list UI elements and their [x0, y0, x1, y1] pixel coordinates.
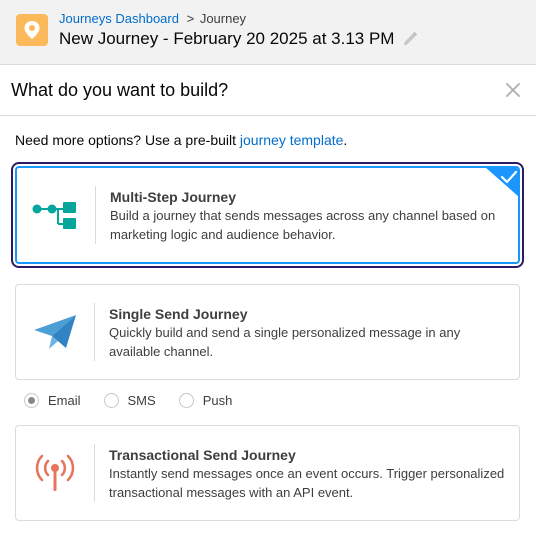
flow-diagram-icon: [17, 168, 95, 262]
transactional-send-journey-description: Instantly send messages once an event oc…: [109, 466, 505, 500]
breadcrumb-link-journeys-dashboard[interactable]: Journeys Dashboard: [59, 11, 179, 26]
pencil-icon[interactable]: [402, 31, 418, 47]
radio-sms-button[interactable]: [103, 393, 119, 408]
map-pin-icon: [16, 14, 48, 46]
paper-plane-icon: [16, 285, 94, 379]
single-send-journey-card[interactable]: Single Send Journey Quickly build and se…: [15, 284, 520, 380]
radio-sms-label: SMS: [127, 393, 156, 408]
single-send-journey-title: Single Send Journey: [109, 306, 248, 322]
radio-email[interactable]: Email: [24, 393, 81, 408]
transactional-send-journey-title: Transactional Send Journey: [109, 447, 296, 463]
template-prompt: Need more options? Use a pre-built journ…: [15, 131, 347, 149]
journey-template-link[interactable]: journey template: [240, 132, 344, 148]
template-prompt-text: Need more options? Use a pre-built: [15, 132, 240, 148]
radio-email-button[interactable]: [24, 393, 39, 408]
radio-email-label: Email: [48, 393, 81, 408]
journey-name-row: New Journey - February 20 2025 at 3.13 P…: [59, 28, 418, 50]
breadcrumb-separator: >: [186, 11, 195, 26]
card-divider: [94, 303, 95, 361]
modal-title: What do you want to build?: [11, 80, 229, 100]
radio-push-button[interactable]: [178, 393, 194, 408]
card-divider: [95, 186, 96, 244]
close-icon[interactable]: [502, 79, 524, 101]
broadcast-antenna-icon: [16, 426, 94, 520]
transactional-send-journey-card[interactable]: Transactional Send Journey Instantly sen…: [15, 425, 520, 521]
breadcrumb: Journeys Dashboard > Journey: [59, 11, 246, 27]
single-send-journey-description: Quickly build and send a single personal…: [109, 325, 461, 359]
breadcrumb-current: Journey: [199, 11, 247, 26]
journey-name: New Journey - February 20 2025 at 3.13 P…: [59, 29, 395, 48]
multi-step-journey-description: Build a journey that sends messages acro…: [110, 208, 496, 242]
modal-header: What do you want to build?: [0, 65, 536, 116]
card-divider: [94, 444, 95, 502]
radio-sms[interactable]: SMS: [103, 393, 156, 408]
multi-step-journey-title: Multi-Step Journey: [110, 189, 237, 205]
journey-header: Journeys Dashboard > Journey New Journey…: [0, 0, 536, 65]
radio-push-label: Push: [202, 393, 233, 408]
template-prompt-end: .: [343, 132, 348, 148]
channel-radio-group: Email SMS Push: [24, 393, 255, 408]
radio-push[interactable]: Push: [178, 393, 233, 408]
multi-step-journey-card[interactable]: Multi-Step Journey Build a journey that …: [15, 166, 520, 264]
selected-check-icon: [485, 168, 518, 197]
